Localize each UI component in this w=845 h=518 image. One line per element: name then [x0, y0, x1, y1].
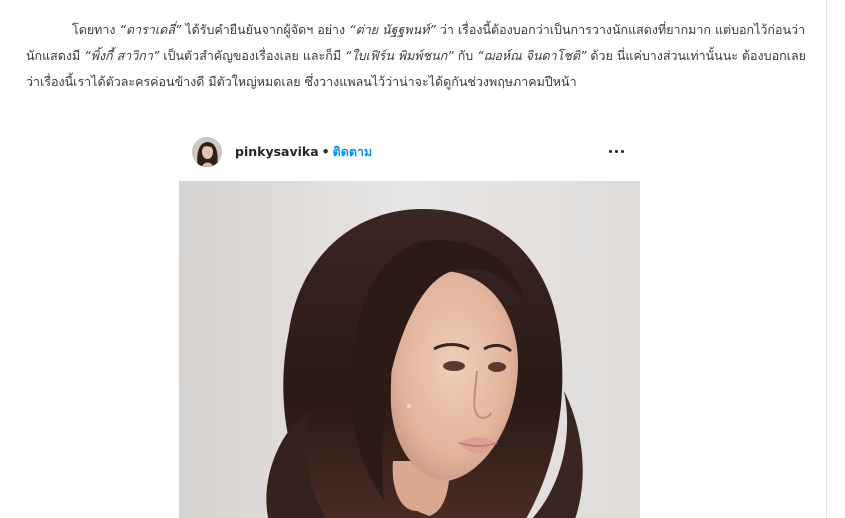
follow-button[interactable]: ติดตาม	[333, 144, 373, 159]
actor-name-baifern: “ใบเฟิร์น พิมพ์ชนก”	[345, 48, 454, 63]
article-text-segment: กับ	[453, 48, 478, 63]
actor-name-pinky: “พิ้งกี้ สาวิกา”	[84, 48, 160, 63]
post-photo[interactable]	[179, 181, 640, 518]
actor-name-shawn: “ฌอห์ณ จินดาโชติ”	[477, 48, 587, 63]
instagram-post-header: pinkysavika • ติดตาม	[179, 127, 641, 181]
separator-dot: •	[321, 144, 330, 159]
content-border	[826, 0, 827, 518]
instagram-embed: pinkysavika • ติดตาม	[179, 127, 641, 518]
avatar[interactable]	[192, 137, 222, 167]
username-link[interactable]: pinkysavika	[235, 144, 319, 159]
producer-name: “ต่าย นัฐฐพนท์”	[349, 22, 436, 37]
more-horizontal-icon[interactable]	[603, 140, 631, 164]
article-text-segment: เป็นตัวสำคัญของเรื่องเลย และก็มี	[159, 48, 346, 63]
media-name-dara-daily: “ดาราเดลี่”	[119, 22, 182, 37]
article-text-segment: โดยทาง	[72, 22, 120, 37]
article-page: โดยทาง “ดาราเดลี่” ได้รับคำยืนยันจากผู้จ…	[0, 0, 845, 518]
article-paragraph: โดยทาง “ดาราเดลี่” ได้รับคำยืนยันจากผู้จ…	[26, 17, 806, 95]
username-line: pinkysavika • ติดตาม	[235, 144, 372, 160]
article-text-segment: ได้รับคำยืนยันจากผู้จัดฯ อย่าง	[181, 22, 350, 37]
